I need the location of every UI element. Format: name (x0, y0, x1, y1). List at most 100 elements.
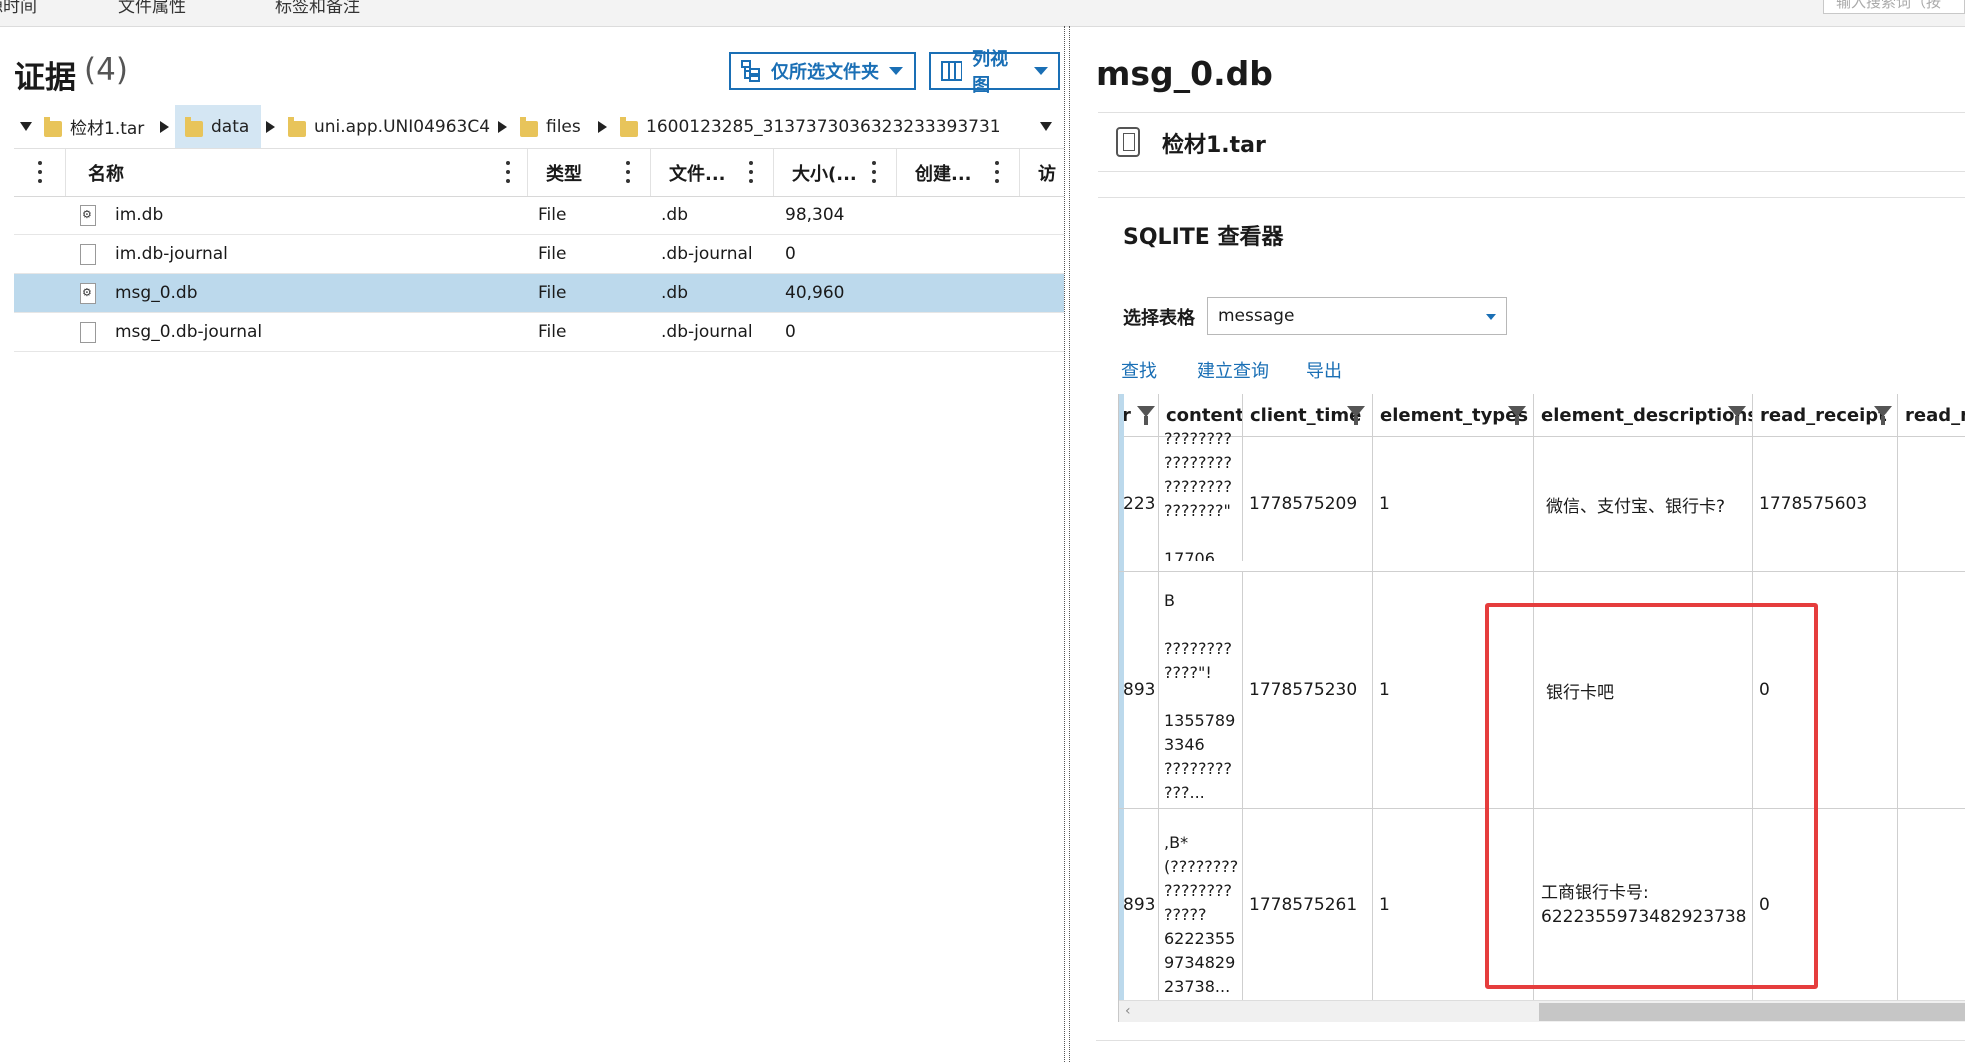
blank-file-icon (80, 243, 96, 265)
file-type: File (538, 283, 567, 303)
folder-icon (44, 116, 62, 137)
cell-r: 223 (1119, 437, 1159, 571)
file-type: File (538, 244, 567, 264)
column-header-element-descriptions[interactable]: element_descriptions (1534, 394, 1753, 436)
top-search-input[interactable]: 输入搜索词（按 (1823, 0, 1965, 14)
scrollbar-thumb[interactable] (1539, 1003, 1965, 1021)
table-select[interactable]: message (1207, 297, 1507, 335)
cell-element-descriptions: 微信、支付宝、银行卡? (1534, 437, 1753, 571)
kebab-icon[interactable] (506, 161, 510, 183)
column-header-label: client_time (1250, 404, 1362, 426)
kebab-icon (38, 161, 42, 183)
column-header-label: 创建... (915, 163, 972, 185)
folder-icon (288, 116, 306, 137)
kebab-icon[interactable] (872, 161, 876, 183)
breadcrumb-item-folder[interactable]: 1600123285_3137373036323233393731 (620, 105, 1001, 148)
db-file-icon (80, 204, 96, 226)
column-header-r[interactable]: r (1119, 394, 1159, 436)
column-header-extension[interactable]: 文件... (651, 149, 774, 196)
column-header-label: content (1166, 404, 1243, 426)
breadcrumb-label: uni.app.UNI04963C4 (314, 116, 491, 137)
file-ext: .db-journal (661, 244, 753, 264)
filter-icon[interactable] (1508, 406, 1526, 425)
breadcrumb-label: data (211, 116, 250, 137)
find-link[interactable]: 查找 (1121, 357, 1157, 383)
file-row[interactable]: im.db-journal File .db-journal 0 (14, 235, 1064, 274)
file-name: im.db-journal (115, 244, 228, 264)
chevron-right-icon[interactable] (160, 120, 169, 133)
build-query-link[interactable]: 建立查询 (1197, 357, 1269, 383)
kebab-icon[interactable] (626, 161, 630, 183)
selected-folder-only-button[interactable]: 仅所选文件夹 (729, 52, 916, 90)
column-header-name[interactable]: 名称 (66, 149, 528, 196)
column-header-read-m[interactable]: read_m (1898, 394, 1965, 436)
file-size: 40,960 (785, 283, 845, 303)
breadcrumb-item-data[interactable]: data (175, 105, 261, 148)
column-header-element-types[interactable]: element_types (1373, 394, 1534, 436)
export-link[interactable]: 导出 (1306, 357, 1342, 383)
selected-folder-only-label: 仅所选文件夹 (771, 62, 879, 83)
column-header-size[interactable]: 大小(... (774, 149, 897, 196)
device-icon (1116, 127, 1140, 157)
column-view-button[interactable]: 列视图 (929, 49, 1060, 96)
cell-r: 893 (1119, 572, 1159, 808)
column-header-created[interactable]: 创建... (897, 149, 1020, 196)
table-select-label: 选择表格 (1123, 308, 1195, 329)
filter-icon[interactable] (1728, 406, 1746, 425)
column-header-label: element_descriptions (1541, 404, 1753, 426)
top-search-hint: 输入搜索词（按 (1836, 0, 1942, 11)
evidence-title: 证据 (14, 60, 76, 96)
file-name: im.db (115, 205, 164, 225)
column-header-label: read_m (1905, 404, 1965, 426)
column-options-button[interactable] (14, 149, 66, 196)
chevron-down-icon (889, 67, 903, 75)
source-row: 检材1.tar (1098, 112, 1965, 172)
tab-tags-notes[interactable]: 标签和备注 (275, 0, 360, 17)
file-size: 0 (785, 322, 796, 342)
file-size: 98,304 (785, 205, 845, 225)
column-header-client-time[interactable]: client_time (1243, 394, 1373, 436)
file-name: msg_0.db (115, 283, 198, 303)
chevron-right-icon[interactable] (266, 120, 275, 133)
file-name: msg_0.db-journal (115, 322, 263, 342)
chevron-right-icon[interactable] (498, 120, 507, 133)
columns-icon (941, 61, 963, 81)
column-header-label: 名称 (88, 163, 124, 185)
filter-icon[interactable] (1137, 406, 1155, 425)
column-header-type[interactable]: 类型 (528, 149, 651, 196)
chevron-right-icon[interactable] (598, 120, 607, 133)
column-header-read-receipt[interactable]: read_receipt (1753, 394, 1898, 436)
breadcrumb-label: 检材1.tar (70, 119, 145, 139)
collapse-arrow-icon[interactable] (20, 122, 32, 131)
filter-icon[interactable] (1347, 406, 1365, 425)
kebab-icon[interactable] (749, 161, 753, 183)
tab-source-time[interactable]: 源时间 (0, 0, 37, 17)
column-header-accessed[interactable]: 访 (1020, 149, 1064, 196)
table-row[interactable]: 223 ???????? ???????? ???????? ???????" … (1119, 427, 1965, 572)
cell-read-receipt: 1778575603 (1753, 437, 1898, 571)
cell-client-time: 1778575261 (1243, 809, 1373, 1000)
db-file-icon (80, 282, 96, 304)
breadcrumb-item-app[interactable]: uni.app.UNI04963C4 (288, 105, 490, 148)
breadcrumb-item-files[interactable]: files (520, 105, 581, 148)
file-ext: .db-journal (661, 322, 753, 342)
breadcrumb-label: files (546, 116, 581, 137)
scroll-left-icon[interactable]: ‹ (1125, 1003, 1131, 1019)
file-row[interactable]: msg_0.db-journal File .db-journal 0 (14, 313, 1064, 352)
cell-client-time: 1778575209 (1243, 437, 1373, 571)
pane-splitter[interactable] (1064, 26, 1070, 1062)
chevron-down-icon (1486, 314, 1496, 320)
file-row[interactable]: im.db File .db 98,304 (14, 196, 1064, 235)
breadcrumb-dropdown-icon[interactable] (1040, 122, 1052, 131)
file-row-selected[interactable]: msg_0.db File .db 40,960 (14, 274, 1064, 313)
breadcrumb-label: 1600123285_3137373036323233393731 (646, 116, 1001, 137)
column-header-label: read_receipt (1760, 404, 1887, 426)
file-ext: .db (661, 205, 688, 225)
horizontal-scrollbar[interactable]: ‹ (1119, 1000, 1965, 1022)
breadcrumb-item-root[interactable]: 检材1.tar (44, 105, 144, 148)
kebab-icon[interactable] (995, 161, 999, 183)
file-grid-header: 名称 类型 文件... 大小(... 创建... 访 (14, 148, 1064, 197)
filter-icon[interactable] (1874, 406, 1892, 425)
top-toolbar: 源时间 文件属性 标签和备注 输入搜索词（按 (0, 0, 1965, 27)
tab-file-properties[interactable]: 文件属性 (118, 0, 186, 17)
